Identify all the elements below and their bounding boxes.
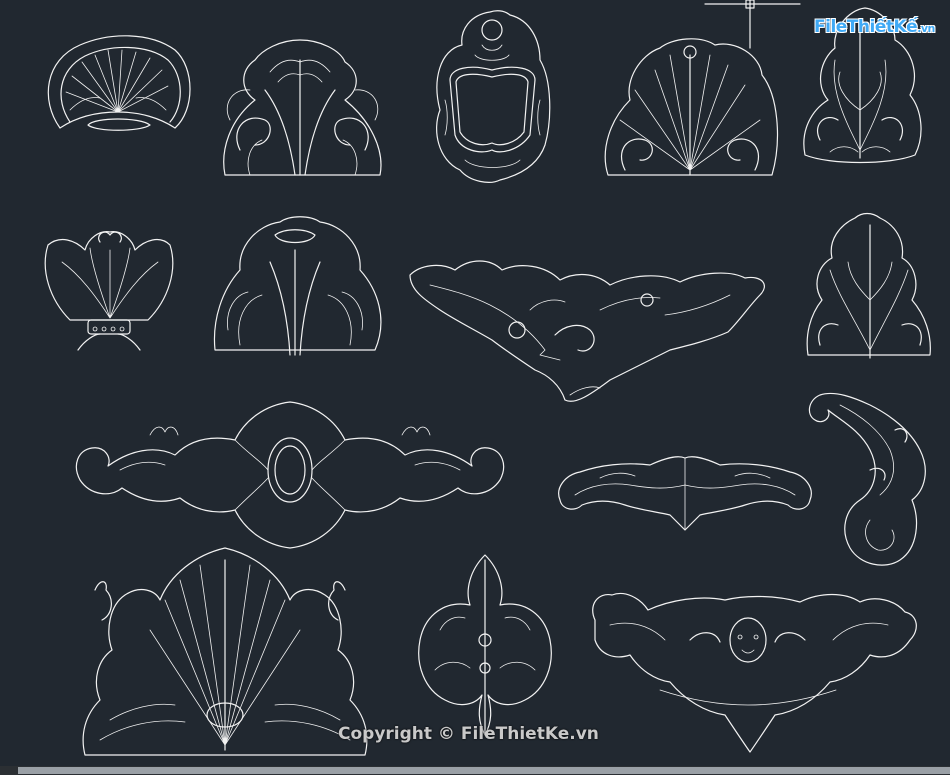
ornament-leaf-cartouche[interactable]: [418, 554, 552, 736]
ornament-mask-scroll-frieze[interactable]: [592, 592, 917, 753]
scrollbar-thumb[interactable]: [18, 767, 950, 774]
ornament-oval-cartouche[interactable]: [436, 10, 551, 183]
ornament-acanthus-fan[interactable]: [604, 38, 779, 176]
ucs-crosshair-icon: [704, 0, 801, 49]
logo-main-text: FileThiếtKế: [814, 17, 918, 37]
ornament-palmette-band[interactable]: [44, 231, 174, 351]
ornament-shell[interactable]: [47, 35, 191, 131]
ornament-winged-scroll[interactable]: [558, 456, 812, 531]
ornament-acanthus-crest-1[interactable]: [223, 39, 382, 176]
ornament-large-palmette-crest[interactable]: [82, 547, 368, 756]
ornament-acanthus-crest-2[interactable]: [213, 216, 382, 356]
copyright-watermark: Copyright © FileThietKe.vn: [338, 724, 599, 744]
ornament-volute-scroll[interactable]: [808, 392, 926, 566]
logo-suffix-text: .vn: [917, 22, 935, 35]
cad-drawing-viewport[interactable]: FileThiếtKế.vn Copyright © FileThietKe.v…: [0, 0, 950, 775]
ornament-acanthus-leaf-tall[interactable]: [806, 212, 931, 359]
ornament-frieze-medallion[interactable]: [75, 401, 505, 549]
ornament-baroque-scroll-bracket[interactable]: [409, 260, 765, 402]
drawing-canvas[interactable]: [0, 0, 950, 775]
horizontal-scrollbar[interactable]: [0, 766, 950, 775]
logo-text: FileThiếtKế.vn: [814, 17, 935, 37]
filethietke-logo: FileThiếtKế.vn: [808, 10, 938, 46]
